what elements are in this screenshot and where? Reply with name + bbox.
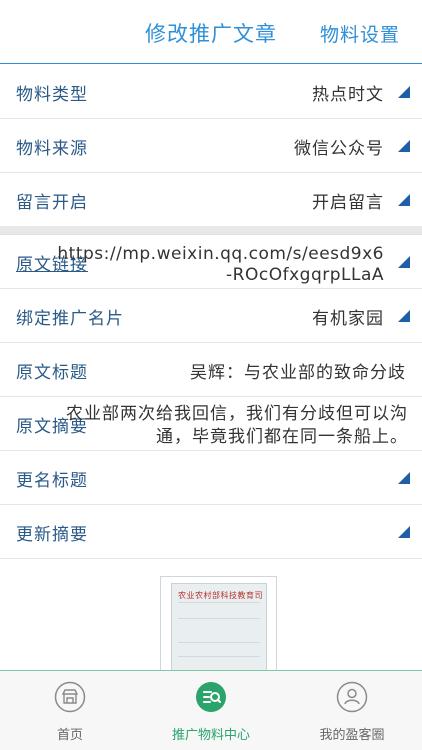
doc-line	[178, 618, 260, 619]
dropdown-arrow-icon[interactable]	[398, 194, 410, 206]
material-settings-button[interactable]: 物料设置	[320, 20, 400, 47]
original-summary-value: 农业部两次给我回信，我们有分歧但可以沟 通，毕竟我们都在同一条船上。	[66, 403, 408, 449]
row-material-source[interactable]: 物料来源 微信公众号	[0, 119, 422, 173]
bind-card-value: 有机家园	[312, 309, 384, 329]
update-summary-label: 更新摘要	[16, 525, 88, 545]
summary-line1: 农业部两次给我回信，我们有分歧但可以沟	[66, 404, 408, 424]
row-comment-toggle[interactable]: 留言开启 开启留言	[0, 173, 422, 227]
document-image: 农业农村部科技教育司	[171, 583, 267, 675]
material-source-value: 微信公众号	[294, 139, 384, 159]
doc-line	[178, 642, 260, 643]
tab-home[interactable]: 首页	[0, 671, 140, 750]
original-link-line2: -ROcOfxgqrpLLaA	[226, 265, 384, 285]
row-original-summary: 原文摘要 农业部两次给我回信，我们有分歧但可以沟 通，毕竟我们都在同一条船上。	[0, 397, 422, 451]
article-thumbnail[interactable]: 农业农村部科技教育司	[160, 576, 277, 676]
original-title-value: 吴辉：与农业部的致命分歧	[190, 363, 406, 383]
doc-line	[178, 602, 260, 603]
original-title-label: 原文标题	[16, 363, 88, 383]
material-type-value: 热点时文	[312, 85, 384, 105]
original-link-line1: https://mp.weixin.qq.com/s/eesd9x6	[57, 244, 384, 264]
doc-line	[178, 656, 260, 657]
bind-card-label: 绑定推广名片	[16, 309, 124, 329]
tab-home-label: 首页	[56, 728, 83, 743]
row-bind-card[interactable]: 绑定推广名片 有机家园	[0, 289, 422, 343]
tab-my-circle-label: 我的盈客圈	[319, 728, 385, 743]
material-source-label: 物料来源	[16, 139, 88, 159]
tab-promo-center-label: 推广物料中心	[171, 728, 250, 743]
tab-promo-center[interactable]: 推广物料中心	[141, 671, 281, 750]
shop-icon	[54, 681, 86, 713]
dropdown-arrow-icon[interactable]	[398, 86, 410, 98]
dropdown-arrow-icon[interactable]	[398, 472, 410, 484]
original-link-value: https://mp.weixin.qq.com/s/eesd9x6 -ROcO…	[57, 244, 384, 286]
dropdown-arrow-icon[interactable]	[398, 526, 410, 538]
thumbnail-area: 农业农村部科技教育司	[0, 560, 422, 676]
row-update-summary[interactable]: 更新摘要	[0, 505, 422, 559]
comment-value: 开启留言	[312, 193, 384, 213]
form-rows: 物料类型 热点时文 物料来源 微信公众号 留言开启 开启留言 原文链接 http…	[0, 65, 422, 559]
material-type-label: 物料类型	[16, 85, 88, 105]
user-icon	[336, 681, 368, 713]
promo-center-icon	[195, 681, 227, 713]
row-original-link[interactable]: 原文链接 https://mp.weixin.qq.com/s/eesd9x6 …	[0, 235, 422, 289]
header: 修改推广文章 物料设置	[0, 0, 422, 64]
dropdown-arrow-icon[interactable]	[398, 140, 410, 152]
bottom-tab-bar: 首页 推广物料中心 我的盈客圈	[0, 670, 422, 750]
comment-label: 留言开启	[16, 193, 88, 213]
row-original-title: 原文标题 吴辉：与农业部的致命分歧	[0, 343, 422, 397]
row-material-type[interactable]: 物料类型 热点时文	[0, 65, 422, 119]
summary-line2: 通，毕竟我们都在同一条船上。	[156, 427, 408, 447]
thumbnail-heading: 农业农村部科技教育司	[178, 591, 263, 600]
section-divider	[0, 227, 422, 235]
rename-title-label: 更名标题	[16, 471, 88, 491]
row-rename-title[interactable]: 更名标题	[0, 451, 422, 505]
tab-my-circle[interactable]: 我的盈客圈	[282, 671, 422, 750]
dropdown-arrow-icon[interactable]	[398, 256, 410, 268]
dropdown-arrow-icon[interactable]	[398, 310, 410, 322]
